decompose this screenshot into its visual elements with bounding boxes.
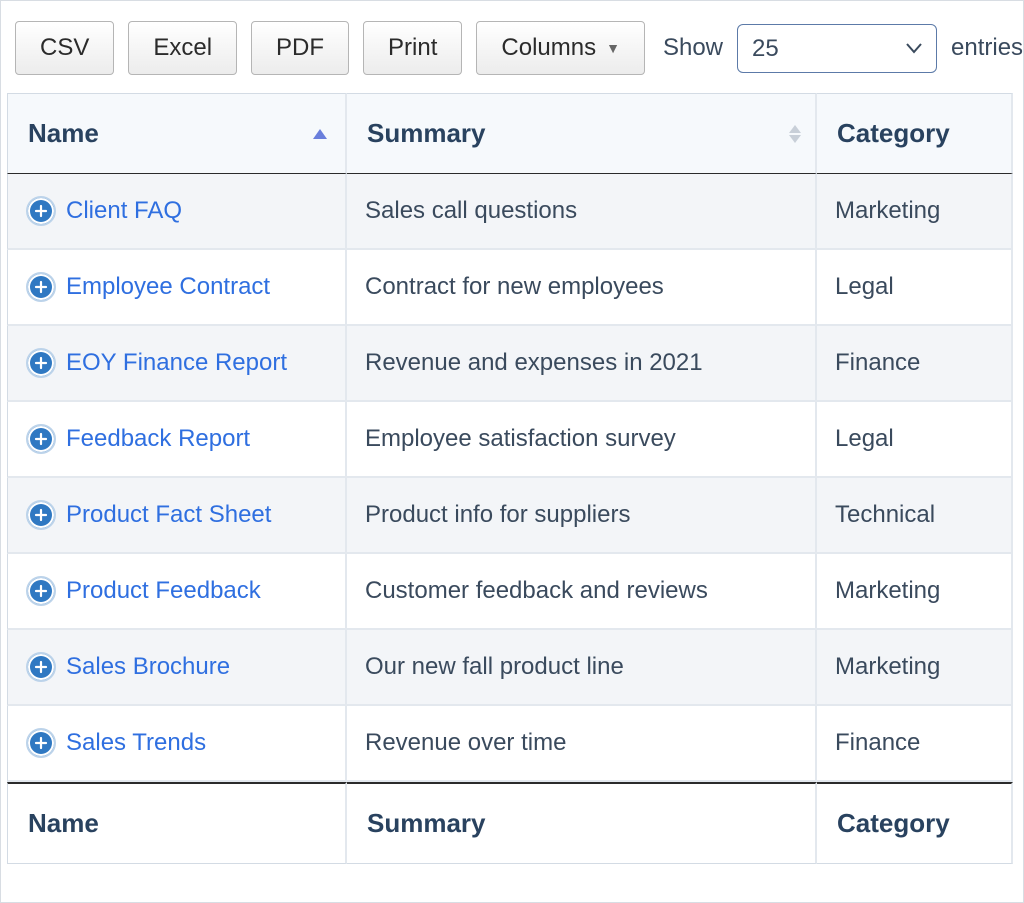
expand-row-button[interactable] <box>26 576 56 606</box>
table-row: Feedback Report Employee satisfaction sur… <box>7 402 1013 478</box>
cell-summary: Sales call questions <box>347 174 817 250</box>
row-name-link[interactable]: Sales Trends <box>66 729 206 757</box>
footer-category: Category <box>817 782 1013 864</box>
cell-name: Client FAQ <box>7 174 347 250</box>
plus-icon <box>34 432 48 446</box>
table-row: Product Feedback Customer feedback and re… <box>7 554 1013 630</box>
excel-button[interactable]: Excel <box>128 21 237 75</box>
column-header-summary-label: Summary <box>367 118 486 148</box>
column-header-name[interactable]: Name <box>7 93 347 174</box>
print-button[interactable]: Print <box>363 21 462 75</box>
footer-name: Name <box>7 782 347 864</box>
cell-summary: Customer feedback and reviews <box>347 554 817 630</box>
cell-category: Marketing <box>817 630 1013 706</box>
cell-summary: Revenue and expenses in 2021 <box>347 326 817 402</box>
table-row: Sales Brochure Our new fall product lineM… <box>7 630 1013 706</box>
cell-summary: Product info for suppliers <box>347 478 817 554</box>
cell-name: EOY Finance Report <box>7 326 347 402</box>
expand-row-button[interactable] <box>26 348 56 378</box>
cell-category: Legal <box>817 402 1013 478</box>
expand-row-button[interactable] <box>26 500 56 530</box>
page-size-select-wrap: 25 <box>737 24 937 73</box>
table-row: Sales Trends Revenue over timeFinance <box>7 706 1013 782</box>
row-name-link[interactable]: Employee Contract <box>66 273 270 301</box>
columns-button-label: Columns <box>501 34 596 62</box>
expand-row-button[interactable] <box>26 728 56 758</box>
show-label: Show <box>663 34 723 62</box>
cell-name: Product Feedback <box>7 554 347 630</box>
table-body: Client FAQSales call questionsMarketingE… <box>7 174 1013 782</box>
cell-name: Product Fact Sheet <box>7 478 347 554</box>
datatable-container: CSV Excel PDF Print Columns ▼ Show 25 en… <box>0 0 1024 903</box>
cell-summary: Contract for new employees <box>347 250 817 326</box>
expand-row-button[interactable] <box>26 272 56 302</box>
row-name-link[interactable]: Sales Brochure <box>66 653 230 681</box>
plus-icon <box>34 584 48 598</box>
entries-label: entries <box>951 34 1023 62</box>
footer-summary: Summary <box>347 782 817 864</box>
cell-category: Marketing <box>817 554 1013 630</box>
cell-category: Finance <box>817 706 1013 782</box>
plus-icon <box>34 508 48 522</box>
cell-name: Feedback Report <box>7 402 347 478</box>
cell-summary: Our new fall product line <box>347 630 817 706</box>
expand-row-button[interactable] <box>26 196 56 226</box>
row-name-link[interactable]: Client FAQ <box>66 197 182 225</box>
cell-category: Technical <box>817 478 1013 554</box>
sort-icon <box>789 125 801 143</box>
table-row: Client FAQ Sales call questionsMarketing <box>7 174 1013 250</box>
plus-icon <box>34 736 48 750</box>
cell-summary: Revenue over time <box>347 706 817 782</box>
table-row: Employee Contract Contract for new employ… <box>7 250 1013 326</box>
row-name-link[interactable]: Feedback Report <box>66 425 250 453</box>
table-header-row: Name Summary Category <box>7 93 1013 174</box>
table-row: EOY Finance Report Revenue and expenses i… <box>7 326 1013 402</box>
caret-down-icon: ▼ <box>606 40 620 56</box>
plus-icon <box>34 356 48 370</box>
cell-category: Marketing <box>817 174 1013 250</box>
column-header-summary[interactable]: Summary <box>347 93 817 174</box>
column-header-category[interactable]: Category <box>817 93 1013 174</box>
plus-icon <box>34 280 48 294</box>
plus-icon <box>34 204 48 218</box>
cell-summary: Employee satisfaction survey <box>347 402 817 478</box>
toolbar: CSV Excel PDF Print Columns ▼ Show 25 en… <box>7 7 1017 93</box>
cell-name: Employee Contract <box>7 250 347 326</box>
row-name-link[interactable]: Product Fact Sheet <box>66 501 271 529</box>
row-name-link[interactable]: Product Feedback <box>66 577 261 605</box>
table-footer-row: Name Summary Category <box>7 782 1013 864</box>
pdf-button[interactable]: PDF <box>251 21 349 75</box>
cell-name: Sales Trends <box>7 706 347 782</box>
expand-row-button[interactable] <box>26 424 56 454</box>
row-name-link[interactable]: EOY Finance Report <box>66 349 287 377</box>
csv-button[interactable]: CSV <box>15 21 114 75</box>
data-table: Name Summary Category Client FAQ Sales ca… <box>7 93 1013 864</box>
cell-name: Sales Brochure <box>7 630 347 706</box>
plus-icon <box>34 660 48 674</box>
cell-category: Legal <box>817 250 1013 326</box>
cell-category: Finance <box>817 326 1013 402</box>
columns-button[interactable]: Columns ▼ <box>476 21 645 75</box>
expand-row-button[interactable] <box>26 652 56 682</box>
page-size-select[interactable]: 25 <box>737 24 937 73</box>
table-row: Product Fact Sheet Product info for suppl… <box>7 478 1013 554</box>
